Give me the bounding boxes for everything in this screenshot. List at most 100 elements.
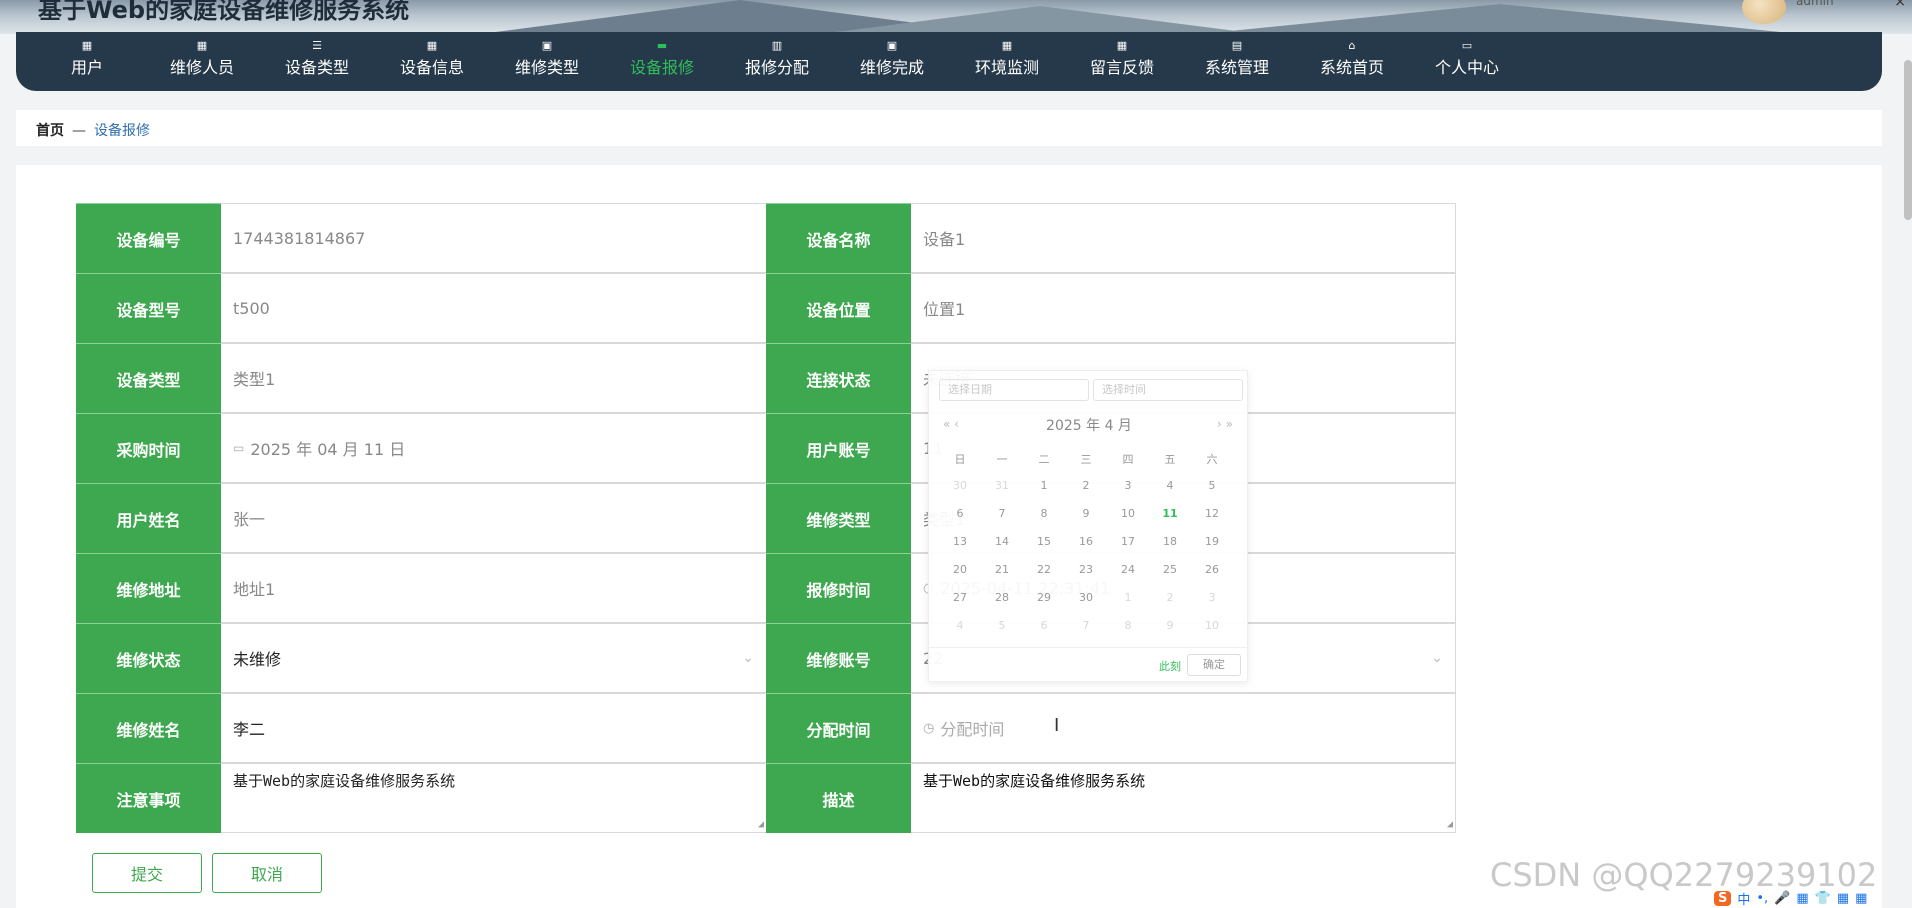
picker-day[interactable]: 10	[1191, 619, 1233, 632]
chevron-down-icon[interactable]: ⌄	[742, 650, 754, 666]
picker-day[interactable]: 19	[1191, 535, 1233, 548]
picker-day[interactable]: 12	[1191, 507, 1233, 520]
picker-day[interactable]: 20	[939, 563, 981, 576]
breadcrumb-current[interactable]: 设备报修	[94, 123, 150, 139]
text-cursor-icon: I	[1054, 715, 1060, 736]
close-icon[interactable]: ×	[1894, 0, 1906, 10]
picker-day[interactable]: 25	[1149, 563, 1191, 576]
picker-day[interactable]: 5	[981, 619, 1023, 632]
nav-item-2[interactable]: ☰ 设备类型	[262, 32, 372, 91]
picker-ok-button[interactable]: 确定	[1187, 654, 1241, 676]
nav-item-10[interactable]: ▤ 系统管理	[1182, 32, 1292, 91]
picker-day[interactable]: 4	[939, 619, 981, 632]
picker-time-input[interactable]: 选择时间	[1093, 379, 1243, 401]
picker-day[interactable]: 17	[1107, 535, 1149, 548]
breadcrumb-home[interactable]: 首页	[36, 123, 64, 139]
picker-day[interactable]: 26	[1191, 563, 1233, 576]
field-input[interactable]: 1744381814867	[221, 203, 767, 273]
field-input[interactable]: 基于Web的家庭设备维修服务系统 ◢	[221, 763, 767, 833]
nav-item-12[interactable]: ▭ 个人中心	[1412, 32, 1522, 91]
picker-day[interactable]: 21	[981, 563, 1023, 576]
picker-day[interactable]: 9	[1065, 507, 1107, 520]
ime-s-icon[interactable]: S	[1714, 890, 1732, 906]
field-input[interactable]: t500	[221, 273, 767, 343]
nav-item-0[interactable]: ▦ 用户	[32, 32, 142, 91]
nav-item-7[interactable]: ▣ 维修完成	[837, 32, 947, 91]
nav-item-11[interactable]: ⌂ 系统首页	[1297, 32, 1407, 91]
field-input[interactable]: 类型1	[221, 343, 767, 413]
picker-day[interactable]: 1	[1107, 591, 1149, 604]
form-row: 设备类型类型1连接状态未连接	[76, 343, 1472, 413]
tray-icon[interactable]: 中	[1737, 889, 1750, 908]
picker-day[interactable]: 23	[1065, 563, 1107, 576]
form-row: 维修状态未维修⌄维修账号22⌄	[76, 623, 1472, 693]
tray-icon[interactable]: ▦	[1855, 891, 1867, 906]
field-input[interactable]: 地址1	[221, 553, 767, 623]
field-input[interactable]: 位置1	[911, 273, 1456, 343]
picker-day[interactable]: 9	[1149, 619, 1191, 632]
tray-icon[interactable]: •,	[1756, 891, 1768, 906]
tray-icon[interactable]: ▦	[1796, 891, 1808, 906]
picker-now-button[interactable]: 此刻	[1159, 658, 1181, 674]
picker-day[interactable]: 4	[1149, 479, 1191, 492]
picker-date-input[interactable]: 选择日期	[939, 379, 1089, 401]
picker-day[interactable]: 24	[1107, 563, 1149, 576]
picker-day[interactable]: 7	[1065, 619, 1107, 632]
chevron-down-icon[interactable]: ⌄	[1431, 650, 1443, 666]
picker-day[interactable]: 30	[939, 479, 981, 492]
nav-item-5[interactable]: ▬ 设备报修	[607, 32, 717, 91]
tray-icon[interactable]: 🎤	[1774, 891, 1790, 906]
clock-icon: ◷	[923, 720, 935, 736]
nav-item-6[interactable]: ▥ 报修分配	[722, 32, 832, 91]
picker-day[interactable]: 2	[1149, 591, 1191, 604]
field-input[interactable]: ◷ 分配时间	[911, 693, 1456, 763]
picker-day[interactable]: 31	[981, 479, 1023, 492]
field-input[interactable]: 设备1	[911, 203, 1456, 273]
nav-item-9[interactable]: ▦ 留言反馈	[1067, 32, 1177, 91]
picker-day[interactable]: 2	[1065, 479, 1107, 492]
picker-day[interactable]: 6	[1023, 619, 1065, 632]
submit-button[interactable]: 提交	[92, 853, 202, 893]
field-input[interactable]: 张一	[221, 483, 767, 553]
field-input[interactable]: 基于Web的家庭设备维修服务系统 ◢	[911, 763, 1456, 833]
nav-item-1[interactable]: ▦ 维修人员	[147, 32, 257, 91]
picker-day[interactable]: 3	[1107, 479, 1149, 492]
resize-handle-icon[interactable]: ◢	[1447, 819, 1453, 830]
field-input[interactable]: 未维修 ⌄	[221, 623, 767, 693]
picker-day[interactable]: 27	[939, 591, 981, 604]
field-label: 分配时间	[766, 693, 911, 763]
picker-day[interactable]: 13	[939, 535, 981, 548]
picker-next-icon[interactable]: › »	[1217, 417, 1233, 431]
picker-day[interactable]: 10	[1107, 507, 1149, 520]
picker-day[interactable]: 18	[1149, 535, 1191, 548]
tray-icon[interactable]: 👕	[1815, 891, 1831, 906]
picker-day[interactable]: 5	[1191, 479, 1233, 492]
picker-day[interactable]: 8	[1023, 507, 1065, 520]
picker-day[interactable]: 16	[1065, 535, 1107, 548]
nav-item-3[interactable]: ▦ 设备信息	[377, 32, 487, 91]
picker-day[interactable]: 7	[981, 507, 1023, 520]
username[interactable]: admin	[1796, 0, 1834, 8]
field-input[interactable]: 李二	[221, 693, 767, 763]
nav-item-8[interactable]: ▦ 环境监测	[952, 32, 1062, 91]
picker-weekday: 三	[1080, 453, 1092, 466]
picker-weekday: 二	[1038, 453, 1050, 466]
picker-day[interactable]: 6	[939, 507, 981, 520]
resize-handle-icon[interactable]: ◢	[758, 819, 764, 830]
picker-day[interactable]: 3	[1191, 591, 1233, 604]
nav-item-4[interactable]: ▣ 维修类型	[492, 32, 602, 91]
picker-day[interactable]: 1	[1023, 479, 1065, 492]
picker-day[interactable]: 30	[1065, 591, 1107, 604]
cancel-button[interactable]: 取消	[212, 853, 322, 893]
nav-item-label: 用户	[70, 58, 103, 77]
picker-day[interactable]: 28	[981, 591, 1023, 604]
scrollbar[interactable]	[1904, 60, 1912, 220]
picker-day[interactable]: 11	[1149, 507, 1191, 520]
picker-day[interactable]: 29	[1023, 591, 1065, 604]
picker-day[interactable]: 14	[981, 535, 1023, 548]
tray-icon[interactable]: ▦	[1837, 891, 1849, 906]
picker-day[interactable]: 8	[1107, 619, 1149, 632]
picker-day[interactable]: 15	[1023, 535, 1065, 548]
picker-day[interactable]: 22	[1023, 563, 1065, 576]
field-input[interactable]: ▭ 2025 年 04 月 11 日	[221, 413, 767, 483]
